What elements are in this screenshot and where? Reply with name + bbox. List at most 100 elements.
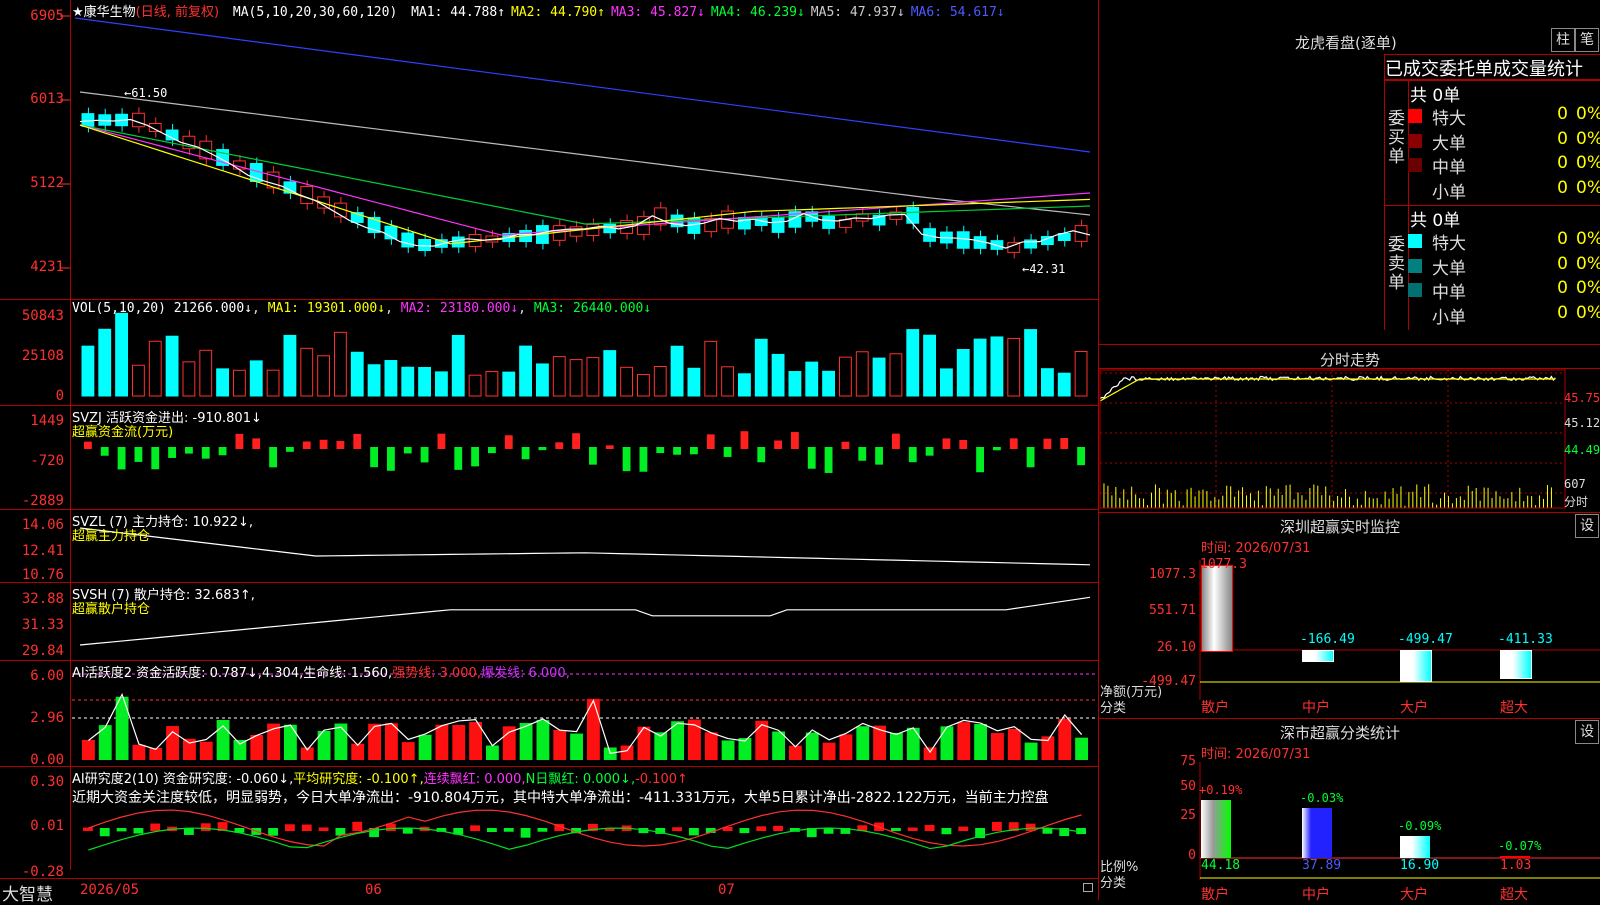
sell-total: 共 0单	[1410, 211, 1461, 231]
sz-class-settings-button[interactable]: 设	[1575, 720, 1599, 744]
period-label[interactable]: (日线, 前复权)	[136, 5, 219, 20]
activity-bar	[637, 726, 651, 760]
ai-research-header: AI研究度2(10) 资金研究度: -0.060↓,平均研究度: -0.100↑…	[72, 768, 688, 787]
flow-bar	[269, 447, 277, 468]
intraday-vol-tick: 607	[1564, 477, 1586, 491]
volume-bar	[704, 340, 718, 397]
ma5-line	[79, 91, 1091, 216]
dragon_tiger.buy-row: 中单 0 0%	[1408, 153, 1600, 178]
sell-orders-label: 委卖单	[1388, 235, 1405, 293]
flow-bar	[185, 447, 193, 454]
trade-stats-tab[interactable]: 已成交委托单成交量统计	[1384, 54, 1600, 80]
ma6-line	[74, 17, 1091, 153]
flow-bar	[117, 447, 126, 470]
ma2-line	[79, 124, 1091, 245]
volume-bar	[485, 371, 499, 397]
ma3-line	[79, 124, 1091, 236]
sz-class-bar-change: -0.09%	[1398, 819, 1442, 833]
divider-vol	[0, 299, 1098, 300]
svsh-axis-tick: 29.84	[21, 643, 64, 659]
sz-class-bar	[1302, 808, 1332, 858]
volume-bar	[586, 357, 600, 397]
intraday-title: 分时走势	[1320, 351, 1381, 369]
volume-bar	[435, 371, 448, 397]
research-bar	[891, 828, 901, 832]
research-bar	[83, 827, 93, 831]
row-count: 0	[1557, 104, 1568, 124]
svzl-axis-tick: 12.41	[21, 543, 64, 559]
pen-mode-button[interactable]: 笔	[1575, 28, 1599, 52]
vol-axis-tick: 25108	[21, 348, 64, 364]
stock-name[interactable]: ★康华生物	[72, 5, 136, 20]
dzh-logo[interactable]: 大智慧	[2, 880, 53, 905]
intraday-axis-tick: 45.75	[1564, 391, 1600, 405]
y-axis-divider	[70, 0, 71, 870]
volume-bar	[502, 371, 516, 397]
flow-bar	[235, 433, 244, 449]
research-bar	[958, 826, 969, 831]
research-bar	[487, 828, 497, 833]
dragon_tiger.sell-row: 大单 0 0%	[1408, 254, 1600, 279]
color-swatch	[1408, 133, 1422, 148]
sz-class-bar-change: +0.19%	[1199, 783, 1243, 797]
flow-bar	[976, 447, 984, 473]
volume-bar	[350, 351, 364, 397]
flow-bar	[286, 447, 294, 452]
volume-bar	[805, 361, 819, 397]
lock-icon[interactable]	[1083, 883, 1093, 892]
ma-value-4: MA4: 46.239↓	[710, 5, 805, 20]
activity-bar	[839, 734, 853, 760]
research-bar	[133, 828, 144, 834]
sz-monitor-settings-button[interactable]: 设	[1575, 514, 1599, 538]
buy-total: 共 0单	[1410, 86, 1461, 106]
price-axis-tick: 5122	[30, 175, 64, 191]
activity-bar	[334, 723, 348, 760]
candle-body	[771, 217, 785, 233]
row-label: 特大	[1432, 109, 1466, 129]
volume-bar	[552, 356, 566, 397]
flow-bar	[622, 447, 631, 472]
flow-bar	[673, 447, 681, 455]
sz-class-bar	[1400, 836, 1430, 858]
research-bar	[823, 828, 834, 834]
activity-bar	[620, 745, 634, 760]
ai-active-axis-tick: 0.00	[30, 752, 64, 768]
row-label: 中单	[1432, 283, 1466, 303]
dragon_tiger.buy-row: 特大 0 0%	[1408, 104, 1600, 129]
research-bar	[537, 828, 548, 832]
flow-bar	[336, 440, 345, 449]
divider	[1098, 718, 1600, 719]
research-bar	[924, 824, 935, 831]
row-pct: 0%	[1576, 177, 1600, 198]
activity-bar	[351, 743, 365, 760]
ai-active-header: AI活跃度2 资金活跃度: 0.787↓,4.304,生命线: 1.560,强势…	[72, 662, 570, 681]
divider-ai-research	[0, 766, 1098, 767]
volume-bar	[266, 369, 280, 397]
research-bar	[352, 821, 363, 831]
time-label: 06	[365, 882, 382, 898]
volume-bar	[418, 367, 431, 397]
candle-body	[956, 231, 970, 249]
divider-svsh	[0, 582, 1098, 583]
sz-monitor-bar-value: -499.47	[1398, 632, 1453, 647]
sz-class-ytick: 75	[1180, 754, 1196, 769]
activity-bar	[502, 726, 516, 760]
volume-bar	[1057, 372, 1071, 397]
ai-commentary: 近期大资金关注度较低，明显弱势，今日大单净流出：-910.804万元，其中特大单…	[72, 790, 1049, 806]
sz-class-xtitle: 分类	[1100, 876, 1127, 891]
volume-bar	[317, 355, 330, 397]
vol-axis-tick: 0	[55, 388, 64, 404]
volume-bar	[384, 360, 398, 397]
sz-class-bar	[1201, 800, 1231, 858]
bar-mode-button[interactable]: 柱	[1551, 28, 1575, 52]
ai-active-axis-tick: 6.00	[30, 668, 64, 684]
flow-bar	[504, 435, 513, 449]
divider-timeline	[0, 878, 1098, 879]
flow-bar	[1009, 438, 1018, 449]
candle-body	[569, 226, 583, 237]
activity-bar	[890, 732, 903, 760]
sz-monitor-bar	[1500, 650, 1532, 679]
activity-bar	[570, 733, 583, 760]
candle-body	[418, 238, 431, 252]
sz-class-ytick: 0	[1188, 848, 1196, 863]
